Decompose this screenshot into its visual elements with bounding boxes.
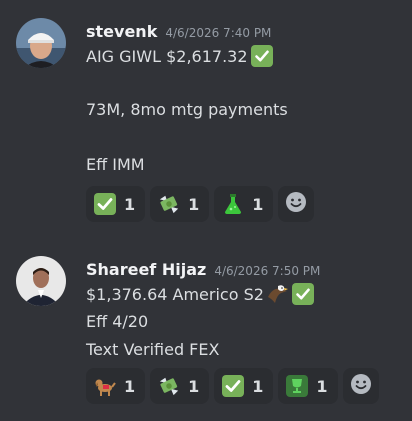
message: stevenk 4/6/2026 7:40 PM AIG GIWL $2,617… xyxy=(0,0,412,230)
reaction-count: 1 xyxy=(316,376,328,396)
service-dog-icon xyxy=(94,375,116,397)
message-text: AIG GIWL $2,617.32 xyxy=(86,46,248,66)
message-line: Eff 4/20 xyxy=(86,312,148,331)
reaction-count: 1 xyxy=(188,376,200,396)
timestamp: 4/6/2026 7:40 PM xyxy=(165,26,272,40)
reaction-count: 1 xyxy=(188,194,200,214)
timestamp: 4/6/2026 7:50 PM xyxy=(214,264,321,278)
reaction[interactable]: 1 xyxy=(150,186,210,222)
reaction-count: 1 xyxy=(252,376,264,396)
message: Shareef Hijaz 4/6/2026 7:50 PM $1,376.64… xyxy=(0,230,412,421)
flask-icon xyxy=(222,193,244,215)
message-line: $1,376.64 Americo S2 xyxy=(86,283,314,305)
reaction[interactable]: 1 xyxy=(214,368,274,404)
add-reaction-button[interactable] xyxy=(342,368,379,404)
add-reaction-button[interactable] xyxy=(278,186,315,222)
message-line: 73M, 8mo mtg payments xyxy=(86,100,288,119)
white-check-mark-icon xyxy=(250,45,273,67)
eagle-icon xyxy=(267,283,289,305)
reactions-bar: 1 1 1 xyxy=(86,186,315,222)
reaction-count: 1 xyxy=(252,194,264,214)
message-text: 73M, 8mo mtg payments xyxy=(86,100,288,119)
reaction-count: 1 xyxy=(124,194,136,214)
reaction-count: 1 xyxy=(124,376,136,396)
message-text: Text Verified FEX xyxy=(86,340,220,359)
reaction[interactable]: 1 xyxy=(214,186,274,222)
avatar[interactable] xyxy=(16,18,66,68)
smiley-icon xyxy=(350,373,372,399)
message-text: Eff 4/20 xyxy=(86,312,149,331)
reaction[interactable]: 1 xyxy=(150,368,210,404)
message-line: AIG GIWL $2,617.32 xyxy=(86,45,273,67)
message-text: Eff IMM xyxy=(86,155,145,174)
white-check-mark-icon xyxy=(94,193,116,215)
message-line: Text Verified FEX xyxy=(86,340,219,359)
smiley-icon xyxy=(285,191,307,217)
white-check-mark-icon xyxy=(222,375,245,397)
reactions-bar: 1 1 1 1 xyxy=(86,368,379,404)
message-text: $1,376.64 Americo S2 xyxy=(86,284,264,304)
money-with-wings-icon xyxy=(158,375,180,397)
white-check-mark-icon xyxy=(291,283,314,305)
reaction[interactable]: 1 xyxy=(86,186,146,222)
author-name[interactable]: stevenk xyxy=(86,22,157,41)
author-name[interactable]: Shareef Hijaz xyxy=(86,260,206,279)
message-line: Eff IMM xyxy=(86,155,145,174)
avatar[interactable] xyxy=(16,256,66,306)
money-with-wings-icon xyxy=(158,193,180,215)
reaction[interactable]: 1 xyxy=(278,368,338,404)
trophy-icon xyxy=(286,375,309,397)
reaction[interactable]: 1 xyxy=(86,368,146,404)
